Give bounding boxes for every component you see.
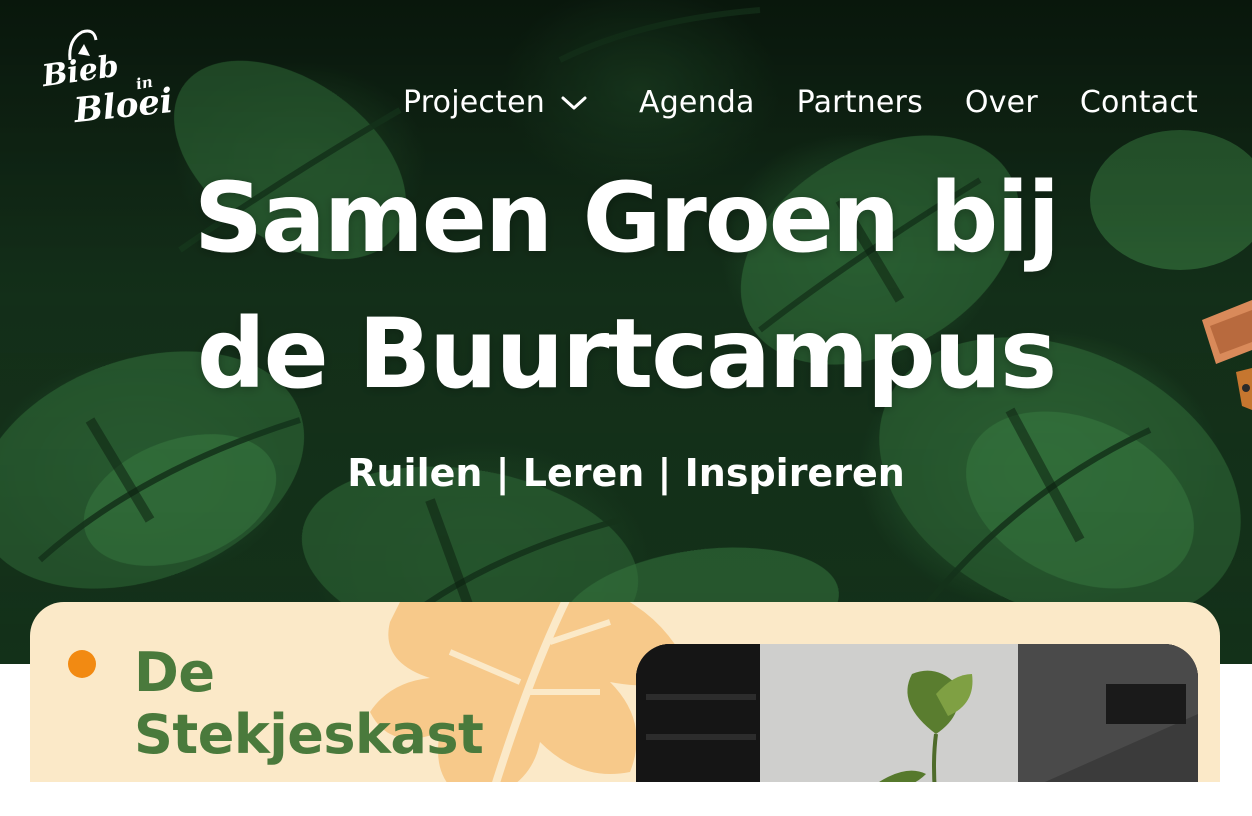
hero-title-line-2: de Buurtcampus — [196, 298, 1057, 410]
nav-item-contact[interactable]: Contact — [1080, 82, 1198, 124]
plant-pot-illustration — [1202, 300, 1252, 410]
plant-photo — [636, 644, 1198, 792]
page-bottom-space — [0, 782, 1252, 816]
hero-subtitle: Ruilen | Leren | Inspireren — [347, 451, 905, 495]
page: Bieb in Bloei Projecten Agenda Partners … — [0, 0, 1252, 816]
nav-item-agenda[interactable]: Agenda — [639, 82, 755, 124]
project-card-stekjeskast[interactable]: De Stekjeskast — [30, 602, 1220, 792]
hero-title: Samen Groen bij de Buurtcampus — [0, 150, 1252, 422]
card-title-line-1: De — [134, 641, 215, 704]
site-logo[interactable]: Bieb in Bloei — [38, 26, 188, 131]
status-dot — [68, 650, 96, 678]
card-title: De Stekjeskast — [134, 641, 484, 766]
card-photo — [636, 644, 1198, 792]
nav-item-partners[interactable]: Partners — [797, 82, 923, 124]
nav-item-projecten[interactable]: Projecten — [403, 82, 589, 124]
chevron-down-icon — [561, 96, 587, 110]
main-nav: Projecten Agenda Partners Over Contact — [403, 82, 1198, 124]
nav-item-over[interactable]: Over — [965, 82, 1038, 124]
hero-section: Bieb in Bloei Projecten Agenda Partners … — [0, 0, 1252, 664]
card-title-line-2: Stekjeskast — [134, 703, 484, 766]
hero-title-line-1: Samen Groen bij — [193, 162, 1060, 274]
nav-item-label: Projecten — [403, 85, 545, 120]
